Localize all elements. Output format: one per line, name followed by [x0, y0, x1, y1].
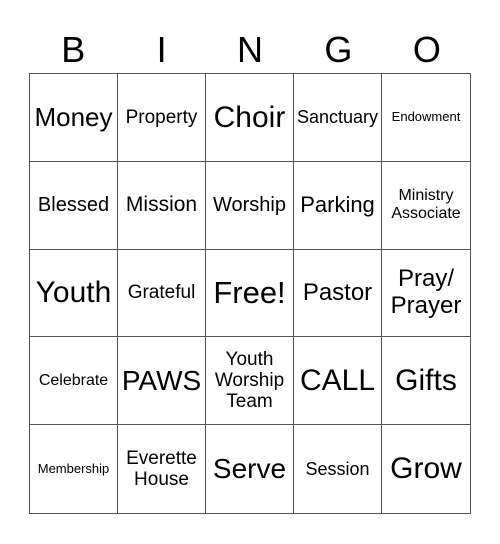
bingo-cell[interactable]: Free! [206, 249, 294, 338]
bingo-cell[interactable]: CALL [294, 337, 382, 426]
bingo-cell[interactable]: Youth [30, 249, 118, 338]
bingo-cell[interactable]: Sanctuary [294, 74, 382, 162]
bingo-cell[interactable]: Choir [206, 74, 294, 162]
bingo-header: B I N G O [29, 28, 471, 72]
bingo-cell[interactable]: Money [30, 74, 118, 162]
bingo-cell[interactable]: Membership [30, 425, 118, 513]
bingo-cell[interactable]: Pray/ Prayer [382, 250, 470, 338]
bingo-cell[interactable]: Grateful [118, 249, 206, 338]
bingo-cell[interactable]: Serve [206, 425, 294, 513]
header-letter-g: G [324, 29, 353, 70]
header-letter-n: N [237, 29, 264, 70]
bingo-cell[interactable]: Endowment [382, 74, 470, 162]
bingo-cell[interactable]: Mission [118, 161, 206, 250]
header-letter-b: B [61, 29, 86, 70]
bingo-cell[interactable]: Ministry Associate [382, 162, 470, 250]
bingo-cell[interactable]: Celebrate [30, 337, 118, 426]
bingo-cell[interactable]: Property [118, 74, 206, 162]
header-letter-o: O [412, 29, 441, 70]
bingo-grid: Money Property Choir Sanctuary Endowment Bles… [29, 73, 471, 514]
bingo-cell[interactable]: PAWS [118, 337, 206, 426]
bingo-cell[interactable]: Pastor [294, 249, 382, 338]
bingo-cell[interactable]: Blessed [30, 161, 118, 250]
bingo-cell[interactable]: Parking [294, 161, 382, 250]
bingo-cell[interactable]: Session [294, 425, 382, 513]
bingo-cell[interactable]: Youth Worship Team [206, 337, 294, 426]
bingo-cell[interactable]: Grow [382, 425, 470, 513]
header-letter-i: I [156, 29, 167, 70]
bingo-cell[interactable]: Everette House [118, 425, 206, 513]
bingo-cell[interactable]: Gifts [382, 337, 470, 426]
bingo-cell[interactable]: Worship [206, 161, 294, 250]
